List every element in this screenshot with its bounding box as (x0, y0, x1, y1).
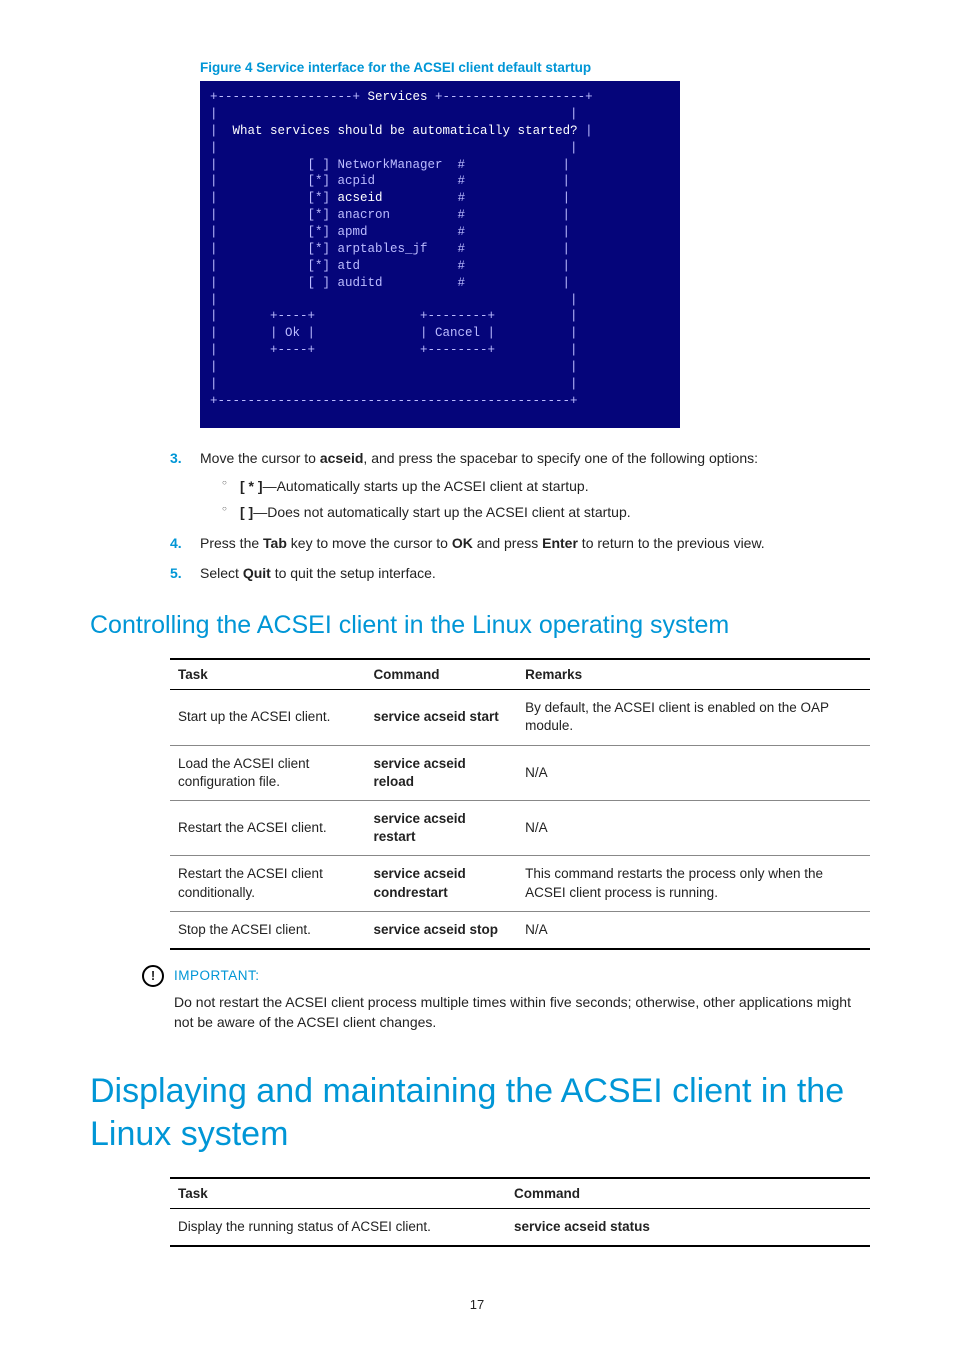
table-row: Restart the ACSEI client.service acseid … (170, 800, 870, 855)
cell-command: service acseid status (506, 1209, 870, 1247)
cell-remarks: By default, the ACSEI client is enabled … (517, 690, 870, 745)
cell-command: service acseid condrestart (365, 856, 517, 911)
cell-task: Start up the ACSEI client. (170, 690, 365, 745)
option-mark: [ * ] (240, 478, 263, 494)
kb: Enter (542, 535, 578, 551)
t: and press (473, 535, 542, 551)
step-number: 4. (170, 533, 182, 553)
cell-task: Restart the ACSEI client conditionally. (170, 856, 365, 911)
step-number: 5. (170, 563, 182, 583)
sub-item: [ * ]—Automatically starts up the ACSEI … (222, 476, 864, 496)
t: Press the (200, 535, 263, 551)
important-note: ! IMPORTANT: Do not restart the ACSEI cl… (142, 966, 864, 1032)
step-text: , and press the spacebar to specify one … (363, 450, 758, 466)
section-heading-displaying: Displaying and maintaining the ACSEI cli… (90, 1070, 864, 1155)
th-command: Command (365, 659, 517, 690)
th-command: Command (506, 1178, 870, 1209)
cell-remarks: N/A (517, 800, 870, 855)
table-row: Stop the ACSEI client.service acseid sto… (170, 911, 870, 949)
th-remarks: Remarks (517, 659, 870, 690)
step-bold: acseid (320, 450, 364, 466)
table-row: Restart the ACSEI client conditionally.s… (170, 856, 870, 911)
t: Select (200, 565, 243, 581)
cell-remarks: N/A (517, 911, 870, 949)
figure-caption: Figure 4 Service interface for the ACSEI… (200, 60, 864, 75)
table-row: Start up the ACSEI client.service acseid… (170, 690, 870, 745)
cell-task: Load the ACSEI client configuration file… (170, 745, 365, 800)
step-5: 5. Select Quit to quit the setup interfa… (170, 563, 864, 583)
step-3: 3. Move the cursor to acseid, and press … (170, 448, 864, 523)
important-body: Do not restart the ACSEI client process … (174, 992, 864, 1033)
kb: Tab (263, 535, 287, 551)
important-label: IMPORTANT: (174, 966, 864, 986)
t: key to move the cursor to (287, 535, 452, 551)
cell-task: Restart the ACSEI client. (170, 800, 365, 855)
status-table: Task Command Display the running status … (170, 1177, 870, 1247)
kb: OK (452, 535, 473, 551)
th-task: Task (170, 1178, 506, 1209)
terminal-screenshot: +------------------+ Services +---------… (200, 81, 680, 428)
option-text: —Automatically starts up the ACSEI clien… (263, 478, 589, 494)
cell-command: service acseid start (365, 690, 517, 745)
step-number: 3. (170, 448, 182, 468)
cell-command: service acseid stop (365, 911, 517, 949)
option-text: —Does not automatically start up the ACS… (253, 504, 630, 520)
commands-table: Task Command Remarks Start up the ACSEI … (170, 658, 870, 950)
sub-list: [ * ]—Automatically starts up the ACSEI … (222, 476, 864, 523)
cell-remarks: N/A (517, 745, 870, 800)
th-task: Task (170, 659, 365, 690)
step-text: Move the cursor to (200, 450, 320, 466)
cell-command: service acseid reload (365, 745, 517, 800)
steps-list: 3. Move the cursor to acseid, and press … (170, 448, 864, 583)
option-mark: [ ] (240, 504, 253, 520)
table-row: Load the ACSEI client configuration file… (170, 745, 870, 800)
t: to return to the previous view. (578, 535, 765, 551)
sub-item: [ ]—Does not automatically start up the … (222, 502, 864, 522)
important-icon: ! (142, 965, 164, 987)
step-4: 4. Press the Tab key to move the cursor … (170, 533, 864, 553)
page-number: 17 (90, 1297, 864, 1312)
cell-task: Display the running status of ACSEI clie… (170, 1209, 506, 1247)
t: to quit the setup interface. (271, 565, 436, 581)
cell-command: service acseid restart (365, 800, 517, 855)
cell-task: Stop the ACSEI client. (170, 911, 365, 949)
cell-remarks: This command restarts the process only w… (517, 856, 870, 911)
table-row: Display the running status of ACSEI clie… (170, 1209, 870, 1247)
section-heading-controlling: Controlling the ACSEI client in the Linu… (90, 611, 864, 640)
kb: Quit (243, 565, 271, 581)
